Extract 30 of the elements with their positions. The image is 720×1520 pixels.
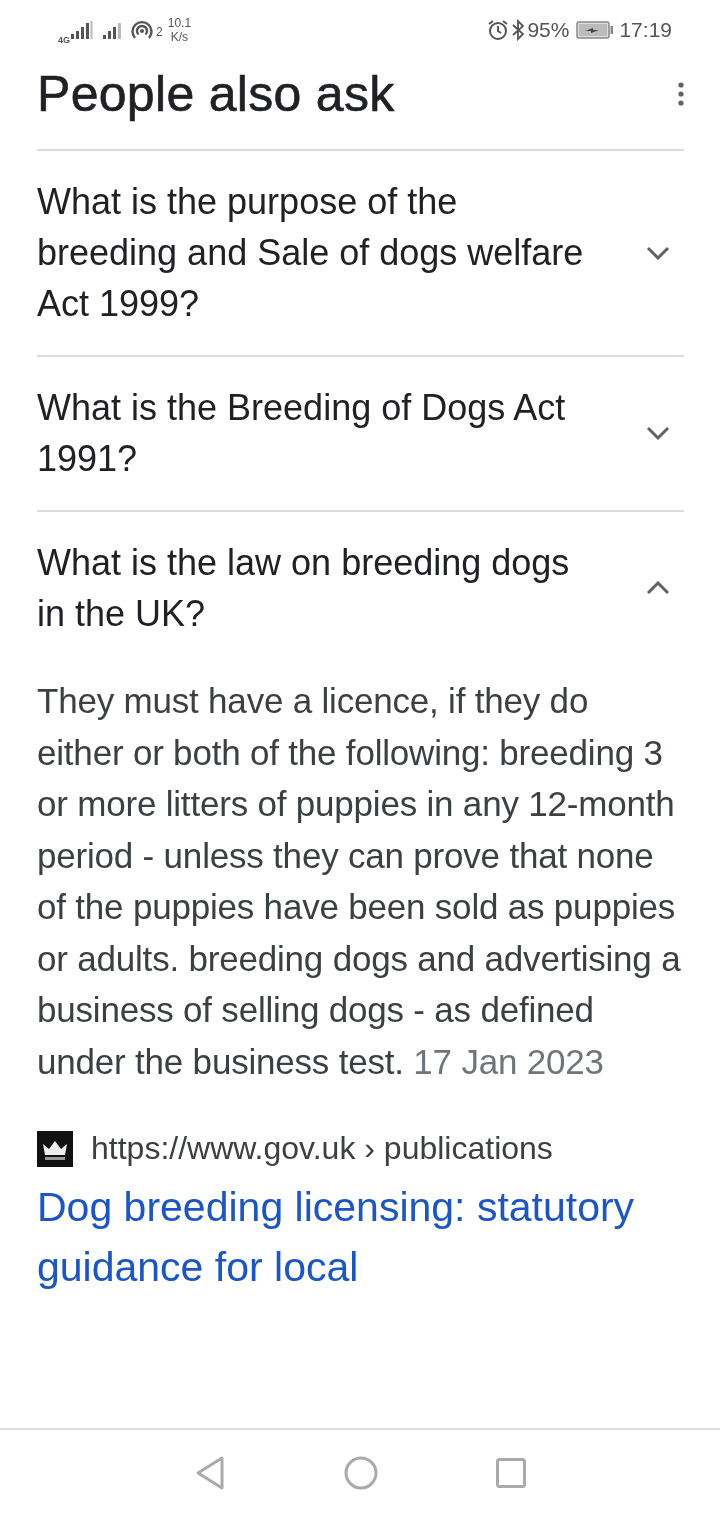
question-text: What is the purpose of the breeding and Sale of dogs welfare Act 1999?	[37, 180, 585, 326]
crown-icon	[37, 1130, 73, 1167]
battery-icon	[576, 21, 615, 39]
battery-percent: 95%	[527, 18, 570, 42]
answer-date: 17 Jan 2023	[413, 1041, 604, 1081]
bluetooth-icon	[512, 19, 525, 41]
alarm-icon	[487, 19, 510, 41]
question-text: What is the law on breeding dogs in the UK?	[37, 541, 571, 636]
section-title: People also ask	[37, 64, 395, 123]
chevron-down-icon	[646, 245, 670, 260]
home-icon	[344, 1456, 378, 1490]
signal-icon	[71, 21, 93, 39]
clock-time: 17:19	[619, 18, 672, 42]
recents-icon	[496, 1458, 526, 1488]
question-text: What is the Breeding of Dogs Act 1991?	[37, 386, 567, 481]
chevron-down-icon	[646, 426, 670, 440]
hotspot-count: 2	[156, 25, 163, 39]
hotspot-icon	[130, 19, 154, 41]
result-title-link[interactable]: Dog breeding licensing: statutory guidance for local	[37, 1177, 684, 1297]
question-row[interactable]: What is the Breeding of Dogs Act 1991?	[37, 357, 684, 512]
question-row[interactable]: What is the law on breeding dogs in the UK?	[37, 512, 684, 639]
speed-unit: K/s	[170, 30, 189, 44]
network-label: 4G	[58, 35, 70, 45]
chevron-up-icon	[646, 581, 670, 595]
question-row[interactable]: What is the purpose of the breeding and Sale of dogs welfare Act 1999?	[37, 151, 684, 357]
network-speed: 10.1	[167, 16, 192, 30]
more-icon	[678, 81, 684, 106]
answer-text: They must have a licence, if they do either or both of the following: breeding 3 or more litters of puppies in any 12-month period - unless they can prove that none of the puppies have been sold as puppies or adults. breeding dogs and advertising a business of selling dogs - as defined under the business test. 17 Jan 2023	[37, 680, 682, 1083]
source-url: https://www.gov.uk › publications	[91, 1130, 553, 1167]
back-icon	[194, 1455, 226, 1491]
